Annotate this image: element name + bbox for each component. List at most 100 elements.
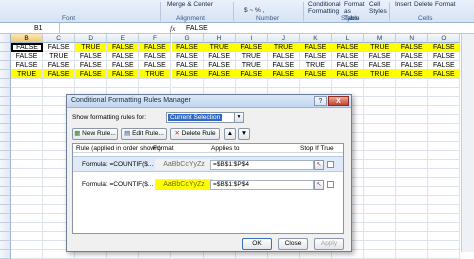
applies-to-input[interactable]: =$B$1:$P$4 [210,160,314,170]
cell-l4[interactable]: FALSE [332,70,365,79]
cell-h2[interactable]: FALSE [203,52,236,61]
formula-input[interactable]: FALSE [186,23,208,34]
cell-m16[interactable] [364,178,397,187]
cell-m6[interactable] [364,88,397,97]
row-header[interactable] [0,187,11,196]
cell-m12[interactable] [364,142,397,151]
cell-o16[interactable] [428,178,461,187]
cell-m8[interactable] [364,106,397,115]
cell-h3[interactable]: FALSE [203,61,236,70]
cell-n5[interactable] [396,79,429,88]
cell-n21[interactable] [396,223,429,232]
cell-o1[interactable]: FALSE [428,43,461,52]
cell-i2[interactable]: TRUE [235,52,268,61]
cell-d4[interactable]: FALSE [75,70,108,79]
cell-k4[interactable]: FALSE [299,70,332,79]
row-header[interactable] [0,43,11,52]
column-header-n[interactable]: N [396,34,429,43]
cell-f4[interactable]: TRUE [139,70,172,79]
cell-k2[interactable]: FALSE [299,52,332,61]
cell-b17[interactable] [11,187,44,196]
cell-o19[interactable] [428,205,461,214]
cell-m9[interactable] [364,115,397,124]
cell-o2[interactable]: FALSE [428,52,461,61]
move-down-button[interactable]: ▼ [238,128,250,140]
cell-b4[interactable]: TRUE [11,70,44,79]
cell-b24[interactable] [11,250,44,259]
cell-m7[interactable] [364,97,397,106]
cell-i4[interactable]: FALSE [235,70,268,79]
cell-b22[interactable] [11,232,44,241]
column-header-c[interactable]: C [43,34,76,43]
cell-n19[interactable] [396,205,429,214]
cell-b1[interactable]: FALSE [11,43,44,52]
row-header[interactable] [0,250,11,259]
cell-m20[interactable] [364,214,397,223]
column-header-b[interactable]: B [11,34,44,43]
cell-o21[interactable] [428,223,461,232]
cell-o12[interactable] [428,142,461,151]
cell-g2[interactable]: FALSE [171,52,204,61]
row-header[interactable] [0,205,11,214]
row-header[interactable] [0,115,11,124]
conditional-formatting-button[interactable]: Conditional Formatting [308,1,341,15]
cell-m10[interactable] [364,124,397,133]
cell-c5[interactable] [43,79,76,88]
cell-k5[interactable] [299,79,332,88]
cell-o23[interactable] [428,241,461,250]
cell-b7[interactable] [11,97,44,106]
row-header[interactable] [0,196,11,205]
format-button[interactable]: Format [435,1,456,8]
row-header[interactable] [0,241,11,250]
cell-b5[interactable] [11,79,44,88]
row-header[interactable] [0,88,11,97]
cell-n8[interactable] [396,106,429,115]
row-header[interactable] [0,79,11,88]
row-header[interactable] [0,151,11,160]
cell-m24[interactable] [364,250,397,259]
column-header-m[interactable]: M [364,34,397,43]
cell-b8[interactable] [11,106,44,115]
cell-b11[interactable] [11,133,44,142]
cell-n12[interactable] [396,142,429,151]
cell-n11[interactable] [396,133,429,142]
cell-n13[interactable] [396,151,429,160]
cell-e4[interactable]: FALSE [107,70,140,79]
column-header-f[interactable]: F [139,34,172,43]
cell-b18[interactable] [11,196,44,205]
cell-m19[interactable] [364,205,397,214]
cell-o17[interactable] [428,187,461,196]
select-all-corner[interactable] [0,34,11,43]
move-up-button[interactable]: ▲ [224,128,236,140]
cell-n20[interactable] [396,214,429,223]
cell-i1[interactable]: FALSE [235,43,268,52]
row-header[interactable] [0,142,11,151]
vertical-scrollbar[interactable] [461,34,474,252]
cell-m5[interactable] [364,79,397,88]
row-header[interactable] [0,169,11,178]
stop-if-true-checkbox[interactable] [327,161,334,168]
cell-o8[interactable] [428,106,461,115]
cell-n23[interactable] [396,241,429,250]
row-header[interactable] [0,124,11,133]
cell-n9[interactable] [396,115,429,124]
row-header[interactable] [0,178,11,187]
cell-i5[interactable] [235,79,268,88]
column-header-e[interactable]: E [107,34,140,43]
cell-m13[interactable] [364,151,397,160]
row-header[interactable] [0,160,11,169]
cell-j1[interactable]: TRUE [267,43,300,52]
row-header[interactable] [0,232,11,241]
cell-m23[interactable] [364,241,397,250]
cell-o11[interactable] [428,133,461,142]
cell-o3[interactable]: FALSE [428,61,461,70]
cell-n7[interactable] [396,97,429,106]
cell-m2[interactable]: FALSE [364,52,397,61]
cell-f2[interactable]: FALSE [139,52,172,61]
column-header-j[interactable]: J [267,34,300,43]
column-header-k[interactable]: K [299,34,332,43]
cell-n2[interactable]: FALSE [396,52,429,61]
cell-l2[interactable]: FALSE [332,52,365,61]
cell-o10[interactable] [428,124,461,133]
cell-g1[interactable]: FALSE [171,43,204,52]
